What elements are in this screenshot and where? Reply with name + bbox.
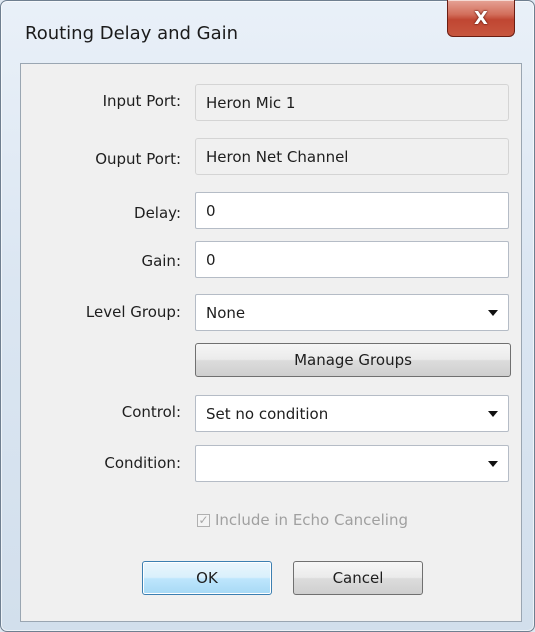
delay-input[interactable]: 0 <box>195 192 509 229</box>
echo-canceling-label: Include in Echo Canceling <box>215 511 409 529</box>
echo-canceling-checkbox: ✓ <box>197 513 210 527</box>
input-port-label: Input Port: <box>102 92 181 110</box>
condition-select[interactable] <box>195 445 509 482</box>
dialog-window: Routing Delay and Gain X Input Port: Her… <box>0 0 535 632</box>
output-port-label: Ouput Port: <box>95 150 181 168</box>
manage-groups-button[interactable]: Manage Groups <box>195 343 511 377</box>
cancel-button[interactable]: Cancel <box>293 561 423 595</box>
level-group-value: None <box>206 303 246 322</box>
gain-label: Gain: <box>141 252 181 270</box>
input-port-field: Heron Mic 1 <box>195 84 509 121</box>
control-select[interactable]: Set no condition <box>195 395 509 432</box>
chevron-down-icon <box>488 309 498 316</box>
control-value: Set no condition <box>206 404 329 423</box>
output-port-field: Heron Net Channel <box>195 138 509 175</box>
chevron-down-icon <box>488 410 498 417</box>
close-button[interactable]: X <box>447 0 515 37</box>
condition-label: Condition: <box>104 454 181 472</box>
echo-canceling-option: ✓ Include in Echo Canceling <box>197 511 408 529</box>
delay-label: Delay: <box>134 204 181 222</box>
input-port-value: Heron Mic 1 <box>206 93 296 112</box>
level-group-label: Level Group: <box>85 303 181 321</box>
ok-button[interactable]: OK <box>142 561 272 595</box>
close-icon: X <box>474 7 488 29</box>
control-label: Control: <box>121 403 181 421</box>
dialog-body: Input Port: Heron Mic 1 Ouput Port: Hero… <box>20 63 522 622</box>
gain-input[interactable]: 0 <box>195 241 509 278</box>
chevron-down-icon <box>488 460 498 467</box>
gain-value: 0 <box>206 250 216 269</box>
window-title: Routing Delay and Gain <box>25 23 239 44</box>
level-group-select[interactable]: None <box>195 294 509 331</box>
output-port-value: Heron Net Channel <box>206 147 349 166</box>
delay-value: 0 <box>206 201 216 220</box>
